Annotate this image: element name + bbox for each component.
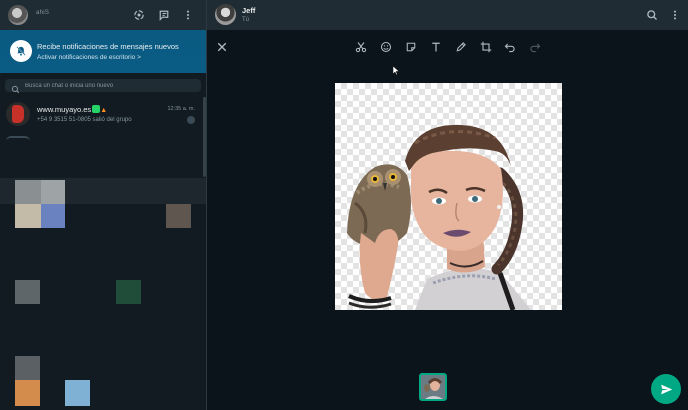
send-button[interactable] [651, 374, 681, 404]
chat-list-panel: ahiS Recibe notificaciones de mensajes n… [0, 0, 207, 410]
fire-icon: ▲ [100, 107, 108, 114]
blurred-region [15, 356, 40, 380]
image-thumbnail[interactable] [419, 373, 447, 401]
portrait-with-owl-image [347, 124, 531, 310]
new-chat-icon[interactable] [157, 8, 171, 22]
contact-subtitle: Tú [242, 17, 250, 23]
blurred-region [15, 204, 41, 228]
my-name-label: ahiS [36, 10, 50, 16]
undo-icon[interactable] [503, 40, 517, 54]
chat-name: www.muyayo.es [37, 105, 92, 114]
conversation-panel: Jeff Tú [207, 0, 688, 410]
thumbnail-image [421, 375, 445, 399]
bell-off-icon [10, 40, 32, 62]
chat-time: 12:35 a. m. [167, 106, 195, 112]
contact-name: Jeff [242, 6, 256, 15]
notification-banner[interactable]: Recibe notificaciones de mensajes nuevos… [0, 30, 206, 73]
chat-avatar [6, 102, 30, 126]
send-icon [660, 384, 672, 394]
status-icon[interactable] [132, 8, 146, 22]
contact-avatar[interactable] [215, 4, 236, 25]
pen-icon[interactable] [454, 40, 468, 54]
redo-icon[interactable] [528, 40, 542, 54]
chat-last-message: +54 9 3515 51-0805 salió del grupo [37, 117, 132, 123]
chat-list-item[interactable]: www.muyayo.es ▲ 12:35 a. m. +54 9 3515 51… [0, 99, 201, 131]
search-bar [0, 73, 206, 97]
search-messages-icon[interactable] [645, 8, 659, 22]
scissors-icon[interactable] [354, 40, 368, 54]
blurred-region [65, 380, 90, 406]
blurred-region [41, 204, 65, 228]
search-input[interactable] [25, 79, 195, 92]
verified-icon [92, 105, 101, 113]
notification-title: Recibe notificaciones de mensajes nuevos [37, 42, 179, 51]
blurred-region [15, 180, 41, 204]
blurred-region [15, 380, 40, 406]
chat-name-row: www.muyayo.es ▲ [37, 105, 107, 114]
text-icon[interactable] [429, 40, 443, 54]
media-editor [207, 30, 688, 410]
image-preview[interactable] [335, 83, 562, 310]
mouse-cursor [393, 66, 399, 75]
next-chat-avatar[interactable] [6, 136, 30, 141]
sticker-icon[interactable] [404, 40, 418, 54]
search-box[interactable] [5, 79, 201, 94]
my-avatar[interactable] [8, 5, 28, 25]
pin-icon [187, 116, 195, 124]
emoji-icon[interactable] [379, 40, 393, 54]
close-icon[interactable] [215, 40, 229, 54]
left-header: ahiS [0, 0, 206, 30]
blurred-region [116, 280, 141, 304]
chat-list-scrollbar[interactable] [203, 97, 206, 177]
conversation-menu-icon[interactable] [668, 8, 682, 22]
blurred-region [41, 180, 65, 204]
blurred-region [15, 280, 40, 304]
crop-icon[interactable] [479, 40, 493, 54]
menu-icon[interactable] [181, 8, 195, 22]
blurred-region [166, 204, 191, 228]
enable-notifications-link[interactable]: Activar notificaciones de escritorio > [37, 54, 141, 61]
search-icon[interactable] [11, 81, 20, 94]
conversation-header[interactable]: Jeff Tú [207, 0, 688, 30]
